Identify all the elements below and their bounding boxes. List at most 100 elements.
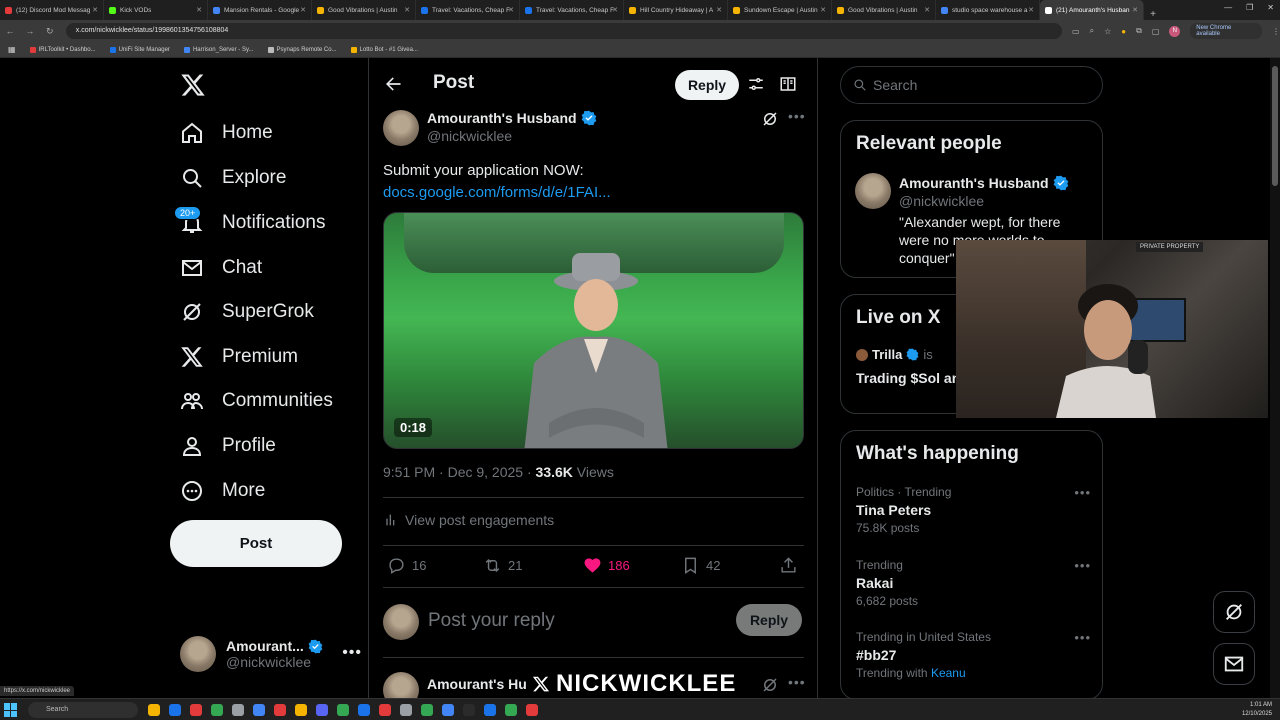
bookmark-item[interactable]: UniFi Site Manager [109,46,170,53]
avatar[interactable] [383,672,419,698]
browser-tab[interactable]: studio space warehouse a ✕ [936,0,1040,20]
bookmark-item[interactable]: Harrison_Server - Sy... [183,46,254,53]
tweet-more-icon[interactable]: ••• [788,674,806,690]
browser-tab[interactable]: Travel: Vacations, Cheap F ✕ [416,0,520,20]
x-logo-icon[interactable] [180,72,206,98]
taskbar-search-input[interactable]: Search [28,702,138,718]
taskbar-app-icon[interactable] [253,704,265,716]
nav-item-premium[interactable]: Premium [180,342,298,372]
account-switcher[interactable]: Amourant... @nickwicklee ••• [180,636,361,672]
reply-input[interactable]: Post your reply [428,610,555,632]
nav-item-notifications[interactable]: Notifications [180,208,326,238]
forward-nav-icon[interactable]: → [20,26,40,36]
taskbar-app-icon[interactable] [190,704,202,716]
tray-clock[interactable]: 1:01 AM 12/10/2025 [1242,701,1272,719]
search-input[interactable]: Search [840,66,1103,104]
nav-item-communities[interactable]: Communities [180,386,333,416]
taskbar-app-icon[interactable] [295,704,307,716]
taskbar-app-icon[interactable] [505,704,517,716]
reload-icon[interactable]: ↻ [40,26,60,37]
taskbar-app-icon[interactable] [316,704,328,716]
taskbar-app-icon[interactable] [442,704,454,716]
tab-close-icon[interactable]: ✕ [92,6,98,14]
close-window-icon[interactable]: ✕ [1267,3,1274,12]
chrome-update-button[interactable]: New Chrome available [1190,23,1262,39]
nav-item-more[interactable]: More [180,476,265,506]
kebab-menu-icon[interactable]: ⋮ [1272,27,1280,36]
bookmark-item[interactable]: Psynaps Remote Co... [267,46,337,53]
browser-tab[interactable]: Kick VODs ✕ [104,0,208,20]
taskbar-app-icon[interactable] [421,704,433,716]
tab-close-icon[interactable]: ✕ [1132,6,1138,14]
relevant-handle[interactable]: @nickwicklee [899,193,1089,209]
windows-start-icon[interactable] [4,703,18,717]
browser-tab[interactable]: Hill Country Hideaway | A ✕ [624,0,728,20]
taskbar-app-icon[interactable] [232,704,244,716]
browser-tab[interactable]: Good Vibrations | Austin ✕ [312,0,416,20]
reply-submit-button[interactable]: Reply [736,604,802,636]
browser-tab[interactable]: (21) Amouranth's Husban ✕ [1040,0,1144,20]
browser-tab[interactable]: Sundown Escape | Austin ✕ [728,0,832,20]
scrollbar-thumb[interactable] [1272,66,1278,186]
taskbar-app-icon[interactable] [169,704,181,716]
url-input[interactable]: x.com/nickwicklee/status/199860135475610… [65,23,1063,39]
avatar[interactable] [383,110,419,146]
tab-close-icon[interactable]: ✕ [1028,6,1034,14]
trend-more-icon[interactable]: ••• [1074,558,1091,573]
tweet-link[interactable]: docs.google.com/forms/d/e/1FAI... [383,182,803,204]
taskbar-app-icon[interactable] [274,704,286,716]
account-more-icon[interactable]: ••• [342,644,362,662]
header-reply-button[interactable]: Reply [675,70,739,100]
tab-close-icon[interactable]: ✕ [924,6,930,14]
tab-close-icon[interactable]: ✕ [196,6,202,14]
nav-item-profile[interactable]: Profile [180,431,276,461]
new-tab-icon[interactable]: + [1144,9,1162,20]
tweet-timestamp[interactable]: 9:51 PM · Dec 9, 2025 · [383,464,536,480]
nav-item-supergrok[interactable]: SuperGrok [180,297,314,327]
post-button[interactable]: Post [170,520,342,567]
nav-item-chat[interactable]: Chat [180,253,262,283]
cast-icon[interactable]: ▭ [1072,27,1080,36]
trend-item[interactable]: Politics · Trending Tina Peters 75.8K po… [856,485,1091,535]
taskbar-app-icon[interactable] [211,704,223,716]
star-icon[interactable]: ☆ [1104,27,1111,36]
tweet-author[interactable]: Amouranth's Husband @nickwicklee [427,110,597,144]
taskbar-app-icon[interactable] [379,704,391,716]
tweet-more-icon[interactable]: ••• [788,108,806,124]
like-action[interactable]: 186 [583,556,630,575]
browser-tab[interactable]: Travel: Vacations, Cheap F ✕ [520,0,624,20]
messages-fab-button[interactable] [1213,643,1255,685]
bookmark-item[interactable]: IRLToolkit • Dashbo... [29,46,96,53]
taskbar-app-icon[interactable] [484,704,496,716]
page-scrollbar[interactable] [1270,58,1280,698]
nav-item-home[interactable]: Home [180,118,273,148]
trend-more-icon[interactable]: ••• [1074,630,1091,645]
next-author-name[interactable]: Amourant's Hu [427,676,527,692]
view-engagements-link[interactable]: View post engagements [383,512,554,528]
taskbar-app-icon[interactable] [526,704,538,716]
taskbar-app-icon[interactable] [463,704,475,716]
relevant-name[interactable]: Amouranth's Husband [899,175,1049,191]
tab-close-icon[interactable]: ✕ [612,6,618,14]
tab-close-icon[interactable]: ✕ [716,6,722,14]
trend-item[interactable]: Trending in United States #bb27 Trending… [856,630,1091,680]
author-name[interactable]: Amouranth's Husband [427,110,577,126]
taskbar-app-icon[interactable] [337,704,349,716]
reply-action[interactable]: 16 [387,556,426,575]
bookmark-action[interactable]: 42 [681,556,720,575]
share-action[interactable] [779,556,798,575]
video-player[interactable]: 0:18 [383,212,804,449]
live-host[interactable]: Trilla is [856,347,933,362]
repost-action[interactable]: 21 [483,556,522,575]
reader-mode-icon[interactable] [779,75,797,93]
grok-icon[interactable] [761,676,779,694]
apps-icon[interactable]: ▦ [8,45,16,54]
zoom-icon[interactable]: ⌕ [1090,26,1094,36]
grok-icon[interactable] [761,110,779,128]
author-handle[interactable]: @nickwicklee [427,128,597,144]
side-panel-icon[interactable]: ▢ [1152,27,1160,36]
grok-fab-button[interactable] [1213,591,1255,633]
browser-tab[interactable]: (12) Discord Mod Messag ✕ [0,0,104,20]
back-arrow-icon[interactable] [383,74,403,94]
taskbar-app-icon[interactable] [148,704,160,716]
